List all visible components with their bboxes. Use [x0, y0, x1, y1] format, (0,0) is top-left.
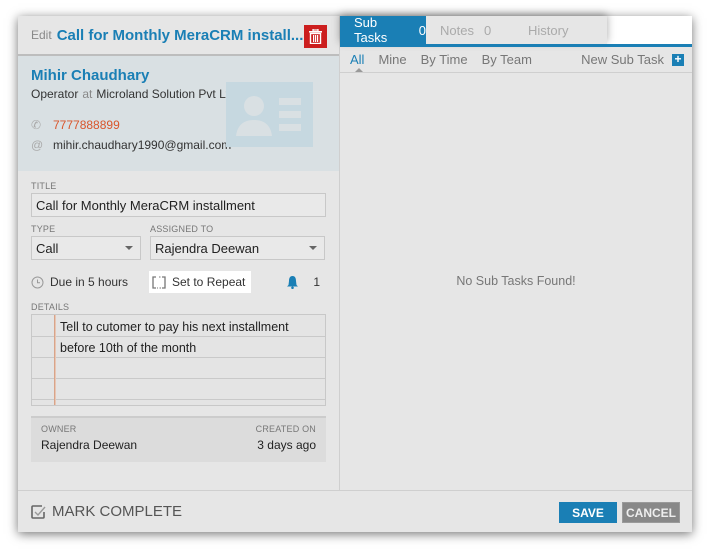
new-sub-task-label: New Sub Task [581, 52, 664, 67]
tab-bar: Sub Tasks 0 Notes 0 History [340, 15, 607, 45]
task-form: TITLE Call for Monthly MeraCRM installme… [18, 171, 339, 462]
tab-count: 0 [483, 22, 492, 38]
filter-mine[interactable]: Mine [378, 52, 406, 67]
cancel-button[interactable]: CANCEL [622, 502, 680, 523]
bell-icon [287, 276, 299, 289]
reminder-count: 1 [313, 275, 320, 289]
title-label: TITLE [31, 181, 57, 191]
ruled-line [32, 357, 325, 358]
active-filter-pointer [355, 68, 363, 72]
chevron-down-icon [125, 246, 133, 250]
type-value: Call [36, 240, 59, 256]
tab-notes[interactable]: Notes 0 [426, 16, 511, 44]
tab-label: History [528, 22, 569, 38]
sub-tasks-panel: All Mine By Time By Team New Sub Task + … [340, 47, 692, 490]
ruled-line [32, 399, 325, 400]
assigned-to-select[interactable]: Rajendra Deewan [150, 236, 325, 260]
filter-all[interactable]: All [350, 52, 364, 67]
checkbox-icon [31, 504, 46, 519]
clock-icon [31, 276, 44, 288]
ruled-line [32, 336, 325, 337]
mark-complete-label: MARK COMPLETE [52, 503, 183, 520]
dialog-footer: MARK COMPLETE SAVE CANCEL [18, 490, 692, 532]
at-label: at [82, 87, 93, 101]
contact-phone[interactable]: 7777888899 [53, 118, 120, 132]
title-input[interactable]: Call for Monthly MeraCRM installment [31, 193, 326, 217]
reminder-button[interactable]: 1 [286, 275, 326, 289]
tab-label: Notes [440, 22, 474, 38]
details-line: Tell to cutomer to pay his next installm… [60, 320, 289, 334]
task-title-heading: Call for Monthly MeraCRM install... [56, 26, 304, 44]
ruled-line [32, 378, 325, 379]
dialog-header: Edit Call for Monthly MeraCRM install... [18, 16, 339, 56]
save-button[interactable]: SAVE [559, 502, 617, 523]
trash-icon [309, 29, 322, 44]
type-select[interactable]: Call [31, 236, 141, 260]
owner-label: OWNER [41, 424, 77, 434]
owner-info: OWNER Rajendra Deewan CREATED ON 3 days … [31, 416, 326, 462]
created-on-label: CREATED ON [255, 424, 316, 434]
contact-card-icon [226, 82, 313, 147]
details-label: DETAILS [31, 302, 70, 312]
due-text: Due in 5 hours [50, 275, 129, 289]
task-meta-row: Due in 5 hours Set to Repeat 1 [31, 270, 326, 294]
repeat-icon [152, 275, 166, 289]
filter-by-time[interactable]: By Time [421, 52, 468, 67]
assigned-to-value: Rajendra Deewan [155, 240, 260, 256]
details-line: before 10th of the month [60, 341, 197, 355]
filter-by-team[interactable]: By Team [482, 52, 532, 67]
contact-card: Mihir Chaudhary Operator at Microland Solu… [18, 56, 339, 171]
repeat-text: Set to Repeat [172, 275, 246, 289]
delete-button[interactable] [304, 25, 327, 48]
tab-label: Sub Tasks [354, 15, 388, 45]
task-edit-panel: Edit Call for Monthly MeraCRM install... [18, 16, 340, 490]
phone-icon: ✆ [31, 118, 42, 132]
owner-value: Rajendra Deewan [41, 438, 138, 452]
details-textarea[interactable]: Tell to cutomer to pay his next installm… [31, 314, 326, 406]
tab-count: 0 [418, 22, 426, 38]
plus-icon: + [672, 53, 684, 66]
tab-history[interactable]: History [511, 16, 607, 44]
contact-job-title: Operator [31, 87, 79, 101]
sub-task-filters: All Mine By Time By Team New Sub Task + [340, 47, 692, 73]
mark-complete-button[interactable]: MARK COMPLETE [30, 503, 182, 520]
margin-line [54, 315, 56, 405]
set-repeat-button[interactable]: Set to Repeat [149, 271, 252, 293]
contact-company: Microland Solution Pvt Ltd [96, 87, 236, 101]
contact-email[interactable]: mihir.chaudhary1990@gmail.com [53, 138, 231, 152]
tab-sub-tasks[interactable]: Sub Tasks 0 [340, 15, 426, 45]
due-date-button[interactable]: Due in 5 hours [31, 275, 149, 289]
empty-state-message: No Sub Tasks Found! [456, 274, 576, 288]
edit-label: Edit [31, 28, 52, 42]
tab-underline [340, 44, 692, 47]
at-icon: @ [31, 138, 44, 152]
created-on-value: 3 days ago [257, 438, 316, 452]
assigned-to-label: ASSIGNED TO [150, 224, 214, 234]
type-label: TYPE [31, 224, 56, 234]
new-sub-task-button[interactable]: New Sub Task + [581, 52, 684, 67]
chevron-down-icon [309, 246, 317, 250]
